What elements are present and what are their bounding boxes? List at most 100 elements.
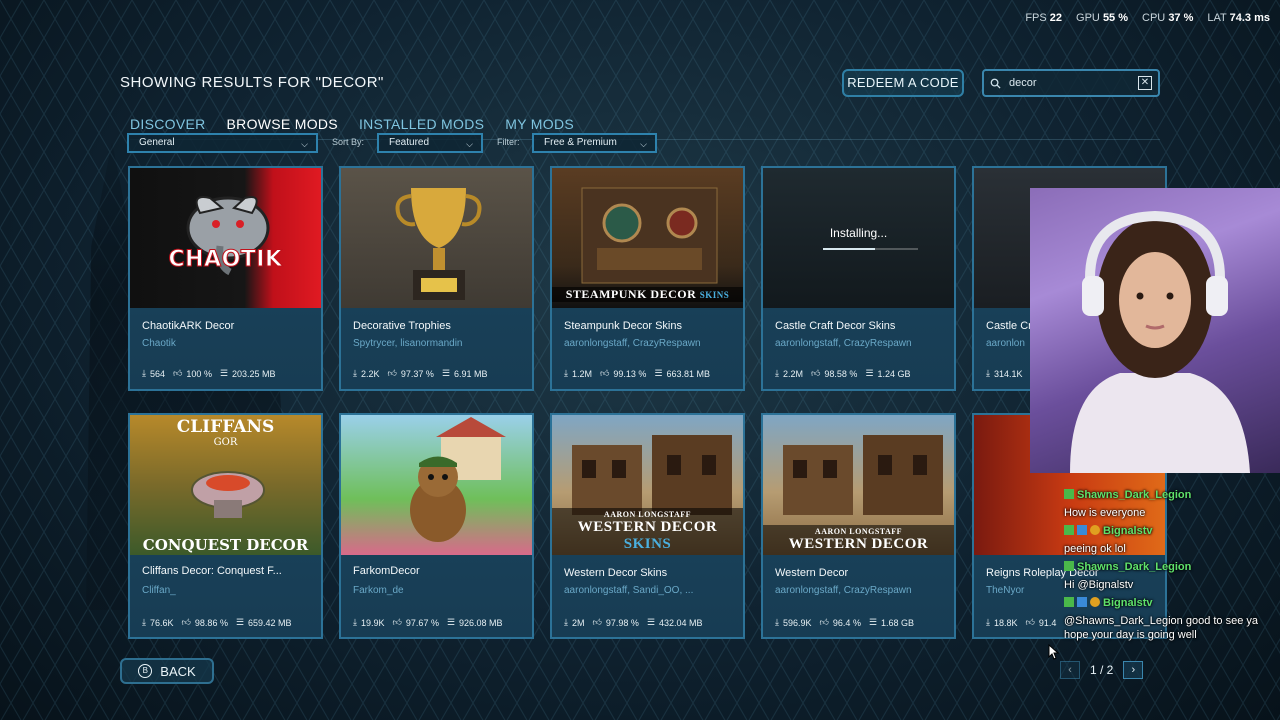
mod-thumbnail: Installing...	[763, 168, 954, 308]
mod-author[interactable]: Cliffan_	[142, 585, 314, 596]
mod-name: Steampunk Decor Skins	[564, 320, 682, 332]
mod-card[interactable]: STEAMPUNK DECOR SKINS Steampunk Decor Sk…	[550, 166, 745, 391]
chat-message: Shawns_Dark_Legion	[1064, 488, 1278, 502]
mod-card[interactable]: FarkomDecor Farkom_de ⤓ 19.9K 👍︎ 97.67 % ☰…	[339, 413, 534, 639]
mod-stats: ⤓ 2.2M 👍︎ 98.58 % ☰ 1.24 GB	[775, 368, 911, 379]
install-progress-bar	[823, 248, 918, 250]
download-icon: ⤓	[564, 617, 568, 627]
mod-name: Castle Craft Decor Skins	[775, 320, 896, 332]
clear-search-icon[interactable]: ✕	[1138, 76, 1152, 90]
download-icon: ⤓	[775, 368, 779, 378]
thumbs-up-icon: 👍︎	[600, 368, 610, 378]
thumbs-up-icon: 👍︎	[392, 617, 402, 627]
mod-name: FarkomDecor	[353, 565, 420, 577]
rating-stat: 👍︎ 98.58 %	[811, 368, 858, 379]
mod-author[interactable]: Farkom_de	[353, 585, 525, 596]
mod-stats: ⤓ 1.2M 👍︎ 99.13 % ☰ 663.81 MB	[564, 368, 710, 379]
badge-icon	[1064, 561, 1074, 571]
mod-stats: ⤓ 596.9K 👍︎ 96.4 % ☰ 1.68 GB	[775, 617, 914, 628]
chevron-down-icon: ⌵	[640, 139, 647, 149]
main-tabs: DISCOVER BROWSE MODS INSTALLED MODS MY M…	[130, 116, 574, 132]
thumbs-up-icon: 👍︎	[181, 617, 191, 627]
gpu-stat: GPU 55 %	[1076, 12, 1129, 24]
streamer-figure-icon	[1070, 210, 1250, 473]
sort-value: Featured	[389, 137, 430, 148]
prev-page-button[interactable]: ‹	[1060, 661, 1080, 679]
mod-card[interactable]: CHAOTIK ChaotikARK Decor Chaotik ⤓ 564 👍︎…	[128, 166, 323, 391]
mod-card[interactable]: Installing... Castle Craft Decor Skins a…	[761, 166, 956, 391]
chat-message: @Shawns_Dark_Legion good to see ya hope …	[1064, 615, 1259, 641]
rating-stat: 👍︎ 98.86 %	[181, 617, 228, 628]
sort-dropdown[interactable]: Featured ⌵	[377, 133, 483, 153]
tab-installed-mods[interactable]: INSTALLED MODS	[359, 116, 484, 132]
storage-icon: ☰	[235, 617, 245, 627]
redeem-code-button[interactable]: REDEEM A CODE	[842, 69, 964, 97]
search-icon	[990, 78, 1001, 89]
tab-my-mods[interactable]: MY MODS	[505, 116, 574, 132]
cpu-stat: CPU 37 %	[1142, 12, 1194, 24]
search-input[interactable]	[1009, 77, 1129, 89]
rating-stat: 👍︎ 91.4	[1025, 617, 1057, 628]
mod-thumbnail	[341, 415, 532, 555]
size-stat: ☰ 659.42 MB	[235, 617, 292, 628]
mod-thumbnail: AARON LONGSTAFF WESTERN DECOR SKINS	[552, 415, 743, 555]
mod-card[interactable]: Decorative Trophies Spytrycer, lisanorma…	[339, 166, 534, 391]
download-icon: ⤓	[353, 617, 357, 627]
download-icon: ⤓	[986, 617, 990, 627]
thumbs-up-icon: 👍︎	[1025, 617, 1035, 627]
storage-icon: ☰	[654, 368, 663, 378]
mod-author[interactable]: Spytrycer, lisanormandin	[353, 338, 525, 349]
mod-author[interactable]: aaronlongstaff, CrazyRespawn	[564, 338, 736, 349]
b-button-icon: B	[138, 664, 153, 678]
tab-browse-mods[interactable]: BROWSE MODS	[227, 116, 338, 132]
mod-author[interactable]: aaronlongstaff, CrazyRespawn	[775, 338, 947, 349]
search-box[interactable]: ✕	[982, 69, 1160, 97]
rating-stat: 👍︎ 96.4 %	[819, 617, 861, 628]
downloads-stat: ⤓ 2.2M	[775, 368, 803, 379]
mod-name: Western Decor Skins	[564, 567, 668, 579]
mod-card[interactable]: AARON LONGSTAFF WESTERN DECOR SKINS West…	[550, 413, 745, 639]
badge-icon	[1090, 525, 1100, 535]
rating-stat: 👍︎ 97.98 %	[592, 617, 639, 628]
mod-card[interactable]: CLIFFANS GOR CONQUEST DECOR Cliffans Dec…	[128, 413, 323, 639]
chat-message: peeing ok lol	[1064, 543, 1126, 555]
thumbs-up-icon: 👍︎	[819, 617, 829, 627]
trophy-icon	[395, 188, 482, 300]
storage-icon: ☰	[446, 617, 456, 627]
installing-label: Installing...	[829, 226, 888, 240]
rating-stat: 👍︎ 97.37 %	[387, 368, 434, 379]
mod-card[interactable]: AARON LONGSTAFF WESTERN DECOR Western De…	[761, 413, 956, 639]
next-page-button[interactable]: ›	[1123, 661, 1144, 679]
mod-stats: ⤓ 2.2K 👍︎ 97.37 % ☰ 6.91 MB	[353, 368, 488, 379]
performance-overlay: FPS 22 GPU 55 % CPU 37 % LAT 74.3 ms	[1025, 12, 1270, 24]
tab-discover[interactable]: DISCOVER	[130, 116, 206, 132]
category-dropdown[interactable]: General ⌵	[127, 133, 318, 153]
mod-stats: ⤓ 18.8K 👍︎ 91.4	[986, 617, 1056, 628]
thumb-caption: CONQUEST DECOR	[142, 536, 309, 554]
mod-thumbnail: AARON LONGSTAFF WESTERN DECOR	[763, 415, 954, 555]
mod-name: Cliffans Decor: Conquest F...	[142, 565, 282, 577]
storage-icon: ☰	[219, 368, 229, 378]
mod-thumbnail: CLIFFANS GOR CONQUEST DECOR	[130, 415, 321, 555]
filter-label: Filter:	[497, 137, 520, 147]
back-button[interactable]: B BACK	[120, 658, 214, 684]
badge-icon	[1064, 489, 1074, 499]
thumbs-up-icon: 👍︎	[811, 368, 821, 378]
mod-author[interactable]: Chaotik	[142, 338, 314, 349]
thumbs-up-icon: 👍︎	[173, 368, 183, 378]
chaotik-logo-text: CHAOTIK	[168, 247, 283, 273]
mod-author[interactable]: aaronlongstaff, CrazyRespawn	[775, 585, 947, 596]
mod-name: Decorative Trophies	[353, 320, 451, 332]
download-icon: ⤓	[142, 368, 146, 378]
rating-stat: 👍︎ 99.13 %	[600, 368, 647, 379]
stream-chat: Shawns_Dark_Legion How is everyone Bigna…	[1064, 488, 1278, 646]
chat-message: Bignalstv	[1064, 524, 1278, 538]
latency-stat: LAT 74.3 ms	[1207, 12, 1270, 24]
chat-message: Bignalstv	[1064, 596, 1278, 610]
downloads-stat: ⤓ 18.8K	[986, 617, 1018, 628]
price-filter-dropdown[interactable]: Free & Premium ⌵	[532, 133, 657, 153]
size-stat: ☰ 663.81 MB	[654, 368, 711, 379]
results-title: SHOWING RESULTS FOR "DECOR"	[120, 74, 384, 91]
mod-author[interactable]: aaronlongstaff, Sandi_OO, ...	[564, 585, 736, 596]
mod-name: ChaotikARK Decor	[142, 320, 235, 332]
